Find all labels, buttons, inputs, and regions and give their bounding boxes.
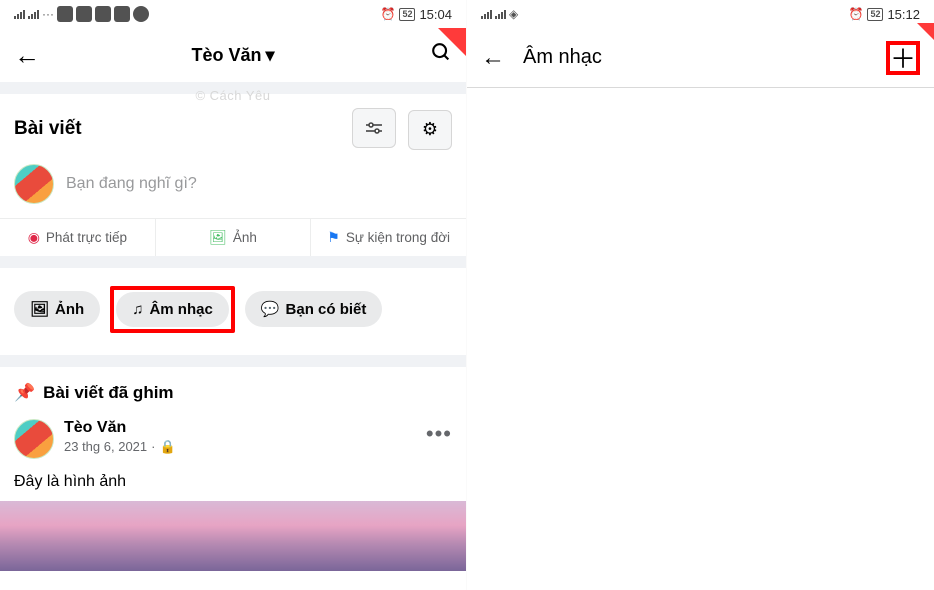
pill-label: Bạn có biết <box>286 301 367 318</box>
music-screen: ◈ ⏰ 52 15:12 ← Âm nhạc ＋ <box>467 0 934 590</box>
pinned-label: Bài viết đã ghim <box>43 383 173 403</box>
signal-icon <box>495 10 506 19</box>
pill-label: Âm nhạc <box>149 301 212 318</box>
posts-label: Bài viết <box>14 118 82 140</box>
option-label: Sự kiện trong đời <box>346 230 450 245</box>
tab-did-you-know[interactable]: 💬 Bạn có biết <box>245 291 383 327</box>
live-video-button[interactable]: ◉ Phát trực tiếp <box>0 219 156 256</box>
posts-section-header: Bài viết ⚙ <box>0 94 466 160</box>
status-bar: ◈ ⏰ 52 15:12 <box>467 0 934 28</box>
post-author[interactable]: Tèo Văn <box>64 419 416 437</box>
app-badge-icon <box>76 6 92 22</box>
diamond-icon: ◈ <box>509 7 518 21</box>
plus-icon: ＋ <box>890 39 916 76</box>
app-badge-icon <box>95 6 111 22</box>
watermark: © Cách Yêu <box>0 88 466 103</box>
back-button[interactable]: ← <box>481 44 505 72</box>
composer-placeholder: Bạn đang nghĩ gì? <box>66 175 197 193</box>
filter-button[interactable] <box>352 108 396 148</box>
add-music-button[interactable]: ＋ <box>886 41 920 75</box>
camera-icon: ◉ <box>28 229 40 246</box>
image-icon: 🖼 <box>209 229 227 246</box>
signal-icon <box>28 10 39 19</box>
post-body: Đây là hình ảnh <box>0 467 466 501</box>
page-title[interactable]: Tèo Văn ▾ <box>191 45 274 66</box>
post-date: 23 thg 6, 2021 <box>64 439 147 454</box>
music-icon: ♫ <box>132 301 143 318</box>
sliders-icon <box>364 121 384 135</box>
lock-icon: 🔒 <box>159 439 175 455</box>
alarm-icon: ⏰ <box>380 7 395 21</box>
tab-photos[interactable]: 🖼 Ảnh <box>14 291 100 327</box>
highlight-box: ♫ Âm nhạc <box>110 286 235 333</box>
corner-flag-icon <box>917 23 934 45</box>
post-meta: 23 thg 6, 2021 · 🔒 <box>64 439 416 455</box>
life-event-button[interactable]: ⚑ Sự kiện trong đời <box>311 219 466 256</box>
tabs-row: 🖼 Ảnh ♫ Âm nhạc 💬 Bạn có biết <box>0 268 466 355</box>
back-button[interactable]: ← <box>14 40 40 71</box>
battery-indicator: 52 <box>399 8 415 21</box>
gear-icon: ⚙ <box>422 119 438 140</box>
divider <box>0 355 466 367</box>
profile-header: ← Tèo Văn ▾ <box>0 28 466 82</box>
status-bar: ··· ⏰ 52 15:04 <box>0 0 466 28</box>
clock: 15:04 <box>419 7 452 22</box>
pin-icon: 📌 <box>14 383 35 403</box>
app-badge-icon <box>57 6 73 22</box>
wifi-icon: ··· <box>42 7 54 21</box>
avatar[interactable] <box>14 419 54 459</box>
option-label: Phát trực tiếp <box>46 230 127 245</box>
signal-icon <box>481 10 492 19</box>
page-title: Âm nhạc <box>523 46 602 69</box>
flag-icon: ⚑ <box>327 229 340 246</box>
pinned-post: 📌 Bài viết đã ghim Tèo Văn 23 thg 6, 202… <box>0 367 466 571</box>
app-badge-icon <box>133 6 149 22</box>
pill-label: Ảnh <box>55 301 84 318</box>
divider <box>0 256 466 268</box>
battery-indicator: 52 <box>867 8 883 21</box>
profile-screen: ··· ⏰ 52 15:04 ← Tèo Văn ▾ Bài viết <box>0 0 467 590</box>
image-icon: 🖼 <box>30 300 49 318</box>
app-badge-icon <box>114 6 130 22</box>
music-header: ← Âm nhạc ＋ <box>467 28 934 88</box>
chevron-down-icon: ▾ <box>265 45 274 66</box>
pinned-header: 📌 Bài viết đã ghim <box>0 367 466 411</box>
clock: 15:12 <box>887 7 920 22</box>
speech-icon: 💬 <box>261 300 280 318</box>
photo-button[interactable]: 🖼 Ảnh <box>156 219 312 256</box>
alarm-icon: ⏰ <box>848 7 863 21</box>
corner-flag-icon <box>438 28 466 56</box>
signal-icon <box>14 10 25 19</box>
post-image[interactable] <box>0 501 466 571</box>
avatar[interactable] <box>14 164 54 204</box>
composer[interactable]: Bạn đang nghĩ gì? <box>0 160 466 218</box>
option-label: Ảnh <box>233 230 257 245</box>
composer-options: ◉ Phát trực tiếp 🖼 Ảnh ⚑ Sự kiện trong đ… <box>0 218 466 256</box>
settings-button[interactable]: ⚙ <box>408 110 452 150</box>
profile-name: Tèo Văn <box>191 45 261 66</box>
post-menu-button[interactable]: ••• <box>426 419 452 447</box>
tab-music[interactable]: ♫ Âm nhạc <box>116 292 229 327</box>
